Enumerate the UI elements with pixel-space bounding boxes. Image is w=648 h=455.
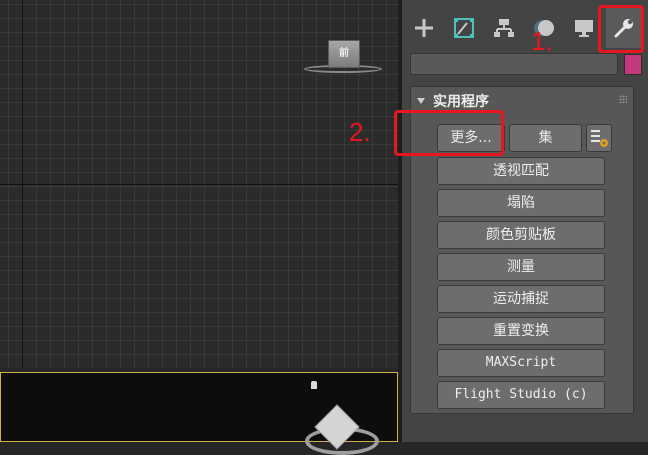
hierarchy-icon	[494, 19, 514, 37]
annotation-box-more-button	[394, 110, 504, 156]
object-name-field[interactable]	[410, 53, 618, 75]
utility-collapse-button[interactable]: 塌陷	[437, 189, 605, 217]
object-color-swatch[interactable]	[624, 54, 642, 75]
bottom-viewport[interactable]	[0, 372, 398, 455]
top-viewport[interactable]: 前	[0, 0, 398, 368]
display-icon	[575, 20, 593, 37]
annotation-box-utilities-tab	[598, 5, 644, 53]
annotation-step-2: 2.	[349, 117, 371, 147]
viewcube[interactable]: 前	[328, 40, 360, 68]
rollout-header[interactable]: 实用程序	[417, 92, 489, 110]
modify-icon	[454, 18, 474, 38]
utility-perspective-match-button[interactable]: 透视匹配	[437, 157, 605, 185]
utility-color-clipboard-button[interactable]: 颜色剪贴板	[437, 221, 605, 249]
tab-hierarchy[interactable]	[486, 8, 522, 48]
configure-sets-icon	[591, 130, 608, 147]
rollout-grip-icon[interactable]	[619, 95, 627, 103]
tab-modify[interactable]	[446, 8, 482, 48]
configure-sets-button[interactable]	[586, 124, 612, 152]
utility-measure-button[interactable]: 测量	[437, 253, 605, 281]
tab-display[interactable]	[566, 8, 602, 48]
grid-axis-horizontal	[0, 184, 398, 185]
viewport-marker-icon	[311, 381, 317, 389]
sets-button[interactable]: 集	[509, 124, 582, 152]
annotation-step-1: 1.	[531, 26, 553, 56]
utility-reset-xform-button[interactable]: 重置变换	[437, 317, 605, 345]
utility-motion-capture-button[interactable]: 运动捕捉	[437, 285, 605, 313]
grid-axis-vertical	[22, 0, 23, 368]
utility-flight-studio-button[interactable]: Flight Studio (c)	[437, 381, 605, 409]
create-plus-icon	[415, 19, 433, 37]
collapse-triangle-icon	[417, 98, 425, 104]
command-panel: 实用程序 更多... 集 透视匹配 塌陷 颜色剪贴板 测量 运动捕捉 重置变换 …	[402, 0, 648, 442]
rollout-title: 实用程序	[433, 94, 489, 110]
utility-maxscript-button[interactable]: MAXScript	[437, 349, 605, 377]
tab-create[interactable]	[406, 8, 442, 48]
